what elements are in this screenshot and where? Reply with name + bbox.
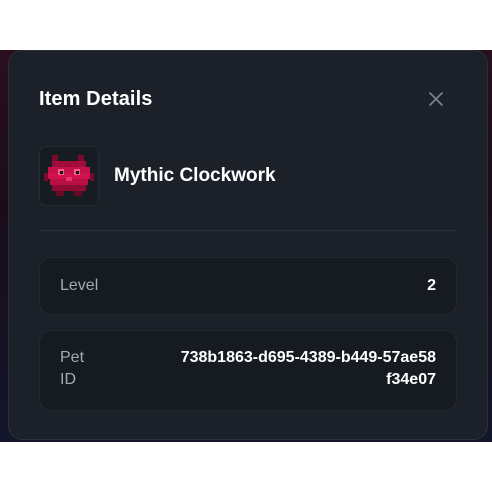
stat-card-pet-id: Pet ID 738b1863-d695-4389-b449-57ae58f34… <box>39 330 457 411</box>
pixel-pet-icon <box>44 155 94 196</box>
close-button[interactable] <box>425 88 447 110</box>
modal-title: Item Details <box>39 88 153 110</box>
level-label: Level <box>60 277 99 294</box>
item-thumbnail <box>39 146 99 206</box>
item-name: Mythic Clockwork <box>114 165 276 186</box>
item-details-modal: Item Details Mythic Clockwork Level 2 Pe… <box>8 50 488 440</box>
level-value: 2 <box>427 277 436 294</box>
divider <box>39 230 457 231</box>
screen: Item Details Mythic Clockwork Level 2 Pe… <box>0 0 492 492</box>
close-icon <box>429 92 443 106</box>
pet-id-value: 738b1863-d695-4389-b449-57ae58f34e07 <box>180 349 436 388</box>
stat-card-level: Level 2 <box>39 257 457 315</box>
pet-id-label: Pet ID <box>60 349 85 388</box>
